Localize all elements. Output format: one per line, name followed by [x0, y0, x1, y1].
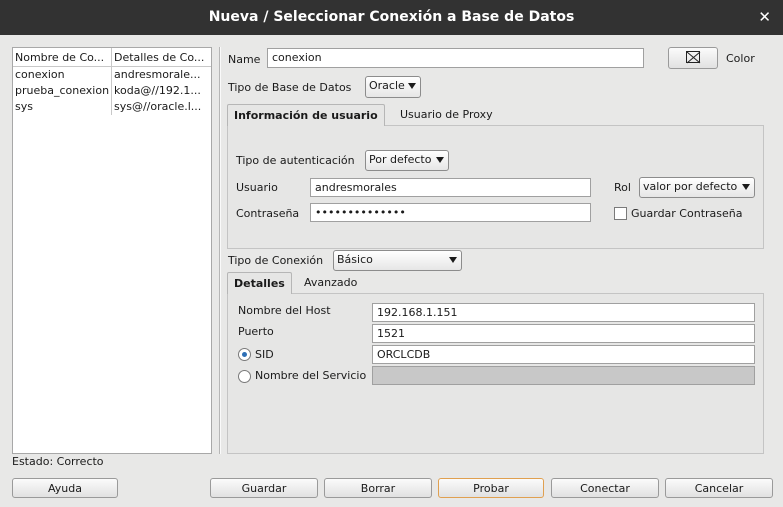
delete-button[interactable]: Borrar	[324, 478, 432, 498]
service-name-input	[372, 366, 755, 385]
db-type-value: Oracle	[369, 79, 405, 92]
db-type-select[interactable]: Oracle	[365, 76, 421, 98]
save-button[interactable]: Guardar	[210, 478, 318, 498]
chevron-down-icon	[408, 83, 416, 89]
service-name-label: Nombre del Servicio	[255, 369, 367, 382]
role-value: valor por defecto	[643, 180, 738, 193]
service-name-radio[interactable]	[238, 370, 251, 383]
save-password-checkbox[interactable]	[614, 207, 627, 220]
chevron-down-icon	[436, 157, 444, 163]
test-button[interactable]: Probar	[438, 478, 544, 498]
name-label: Name	[228, 53, 261, 66]
port-label: Puerto	[238, 325, 274, 338]
color-label: Color	[726, 52, 755, 65]
tab-advanced[interactable]: Avanzado	[298, 272, 363, 294]
connection-details: koda@//192.1...	[114, 84, 201, 97]
role-label: Rol	[614, 181, 631, 194]
role-select[interactable]: valor por defecto	[639, 177, 755, 198]
connection-name: prueba_conexion	[13, 83, 112, 99]
auth-type-label: Tipo de autenticación	[236, 154, 355, 167]
connection-details: sys@//oracle.l...	[114, 100, 202, 113]
color-button[interactable]	[668, 47, 718, 69]
tab-proxy-user[interactable]: Usuario de Proxy	[394, 104, 499, 126]
table-row[interactable]: conexion andresmorale...	[13, 67, 211, 83]
auth-type-value: Por defecto	[369, 153, 432, 166]
password-input[interactable]: ••••••••••••••	[310, 203, 591, 222]
db-type-label: Tipo de Base de Datos	[228, 81, 352, 94]
port-input[interactable]: 1521	[372, 324, 755, 343]
close-icon[interactable]: ✕	[758, 8, 771, 26]
column-header-details[interactable]: Detalles de Co...	[112, 48, 211, 66]
sid-radio[interactable]	[238, 348, 251, 361]
connections-table-header: Nombre de Co... Detalles de Co...	[13, 48, 211, 67]
tab-details[interactable]: Detalles	[227, 272, 292, 294]
status-text: Estado: Correcto	[12, 455, 104, 468]
conn-type-value: Básico	[337, 253, 373, 266]
name-input[interactable]: conexion	[267, 48, 644, 68]
host-input[interactable]: 192.168.1.151	[372, 303, 755, 322]
user-input[interactable]: andresmorales	[310, 178, 591, 197]
password-label: Contraseña	[236, 207, 300, 220]
connection-name: sys	[13, 99, 112, 115]
connections-table: Nombre de Co... Detalles de Co... conexi…	[12, 47, 212, 454]
auth-type-select[interactable]: Por defecto	[365, 150, 449, 171]
chevron-down-icon	[449, 257, 457, 263]
conn-type-label: Tipo de Conexión	[228, 254, 324, 267]
title-bar: Nueva / Seleccionar Conexión a Base de D…	[0, 0, 783, 35]
connection-name: conexion	[13, 67, 112, 83]
chevron-down-icon	[742, 184, 750, 190]
column-header-name[interactable]: Nombre de Co...	[13, 48, 112, 66]
sid-label: SID	[255, 348, 274, 361]
table-row[interactable]: prueba_conexion koda@//192.1...	[13, 83, 211, 99]
connection-details: andresmorale...	[114, 68, 201, 81]
no-color-icon	[686, 51, 700, 63]
tab-user-info[interactable]: Información de usuario	[227, 104, 385, 126]
window-title: Nueva / Seleccionar Conexión a Base de D…	[208, 9, 575, 25]
user-label: Usuario	[236, 181, 278, 194]
host-label: Nombre del Host	[238, 304, 331, 317]
connect-button[interactable]: Conectar	[551, 478, 659, 498]
sid-input[interactable]: ORCLCDB	[372, 345, 755, 364]
conn-type-select[interactable]: Básico	[333, 250, 462, 271]
help-button[interactable]: Ayuda	[12, 478, 118, 498]
table-row[interactable]: sys sys@//oracle.l...	[13, 99, 211, 115]
save-password-label: Guardar Contraseña	[631, 207, 743, 220]
splitter[interactable]	[219, 47, 221, 454]
cancel-button[interactable]: Cancelar	[665, 478, 773, 498]
